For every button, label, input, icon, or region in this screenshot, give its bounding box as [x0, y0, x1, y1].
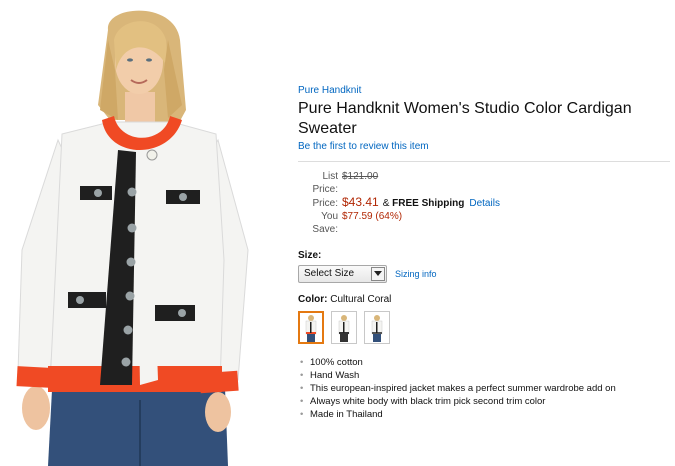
color-selected: Cultural Coral	[330, 294, 392, 305]
product-image[interactable]	[0, 0, 280, 466]
color-swatches	[298, 311, 670, 344]
shipping-prefix: &	[382, 198, 390, 209]
sale-price: $43.41	[342, 195, 379, 209]
color-swatch-3[interactable]	[364, 311, 390, 344]
swatch-thumbnail	[371, 314, 383, 342]
free-shipping: FREE Shipping	[392, 198, 465, 209]
color-label: Color:	[298, 294, 328, 305]
list-price-row: List Price: $121.00	[298, 170, 670, 196]
price-label: Price:	[312, 198, 338, 209]
product-details: Pure Handknit Pure Handknit Women's Stud…	[298, 84, 670, 421]
feature-bullets: 100% cotton Hand Wash This european-insp…	[298, 356, 670, 421]
swatch-thumbnail	[338, 314, 350, 342]
color-label-row: Color: Cultural Coral	[298, 294, 670, 305]
list-price: $121.00	[342, 171, 379, 182]
sizing-info-link[interactable]: Sizing info	[395, 269, 437, 279]
divider	[298, 161, 670, 162]
price-block: List Price: $121.00 Price: $43.41 & FREE…	[298, 170, 670, 236]
feature-bullet: Hand Wash	[300, 369, 670, 382]
savings-row: You Save: $77.59 (64%)	[298, 210, 670, 236]
feature-bullet: Always white body with black trim pick s…	[300, 395, 670, 408]
shipping-details-link[interactable]: Details	[469, 197, 500, 210]
swatch-thumbnail	[305, 314, 317, 342]
brand-link[interactable]: Pure Handknit	[298, 84, 670, 97]
color-swatch-2[interactable]	[331, 311, 357, 344]
size-row: Select Size Sizing info	[298, 265, 670, 283]
chevron-down-icon[interactable]	[371, 267, 385, 281]
color-section: Color: Cultural Coral	[298, 294, 670, 344]
size-select[interactable]: Select Size	[298, 265, 387, 283]
review-link[interactable]: Be the first to review this item	[298, 140, 670, 153]
color-swatch-cultural-coral[interactable]	[298, 311, 324, 344]
size-label: Size:	[298, 250, 322, 261]
price-row: Price: $43.41 & FREE Shipping Details	[298, 196, 670, 210]
size-select-value: Select Size	[304, 268, 355, 279]
size-section: Size: Select Size Sizing info	[298, 250, 670, 283]
shipping-text: & FREE Shipping	[383, 197, 465, 210]
model-photo	[16, 10, 249, 466]
product-title: Pure Handknit Women's Studio Color Cardi…	[298, 100, 632, 137]
savings-label: You Save:	[312, 211, 338, 235]
feature-bullet: Made in Thailand	[300, 408, 670, 421]
list-price-label: List Price:	[312, 171, 338, 195]
savings-amount: $77.59 (64%)	[342, 211, 403, 222]
feature-bullet: This european-inspired jacket makes a pe…	[300, 382, 670, 395]
feature-bullet: 100% cotton	[300, 356, 670, 369]
